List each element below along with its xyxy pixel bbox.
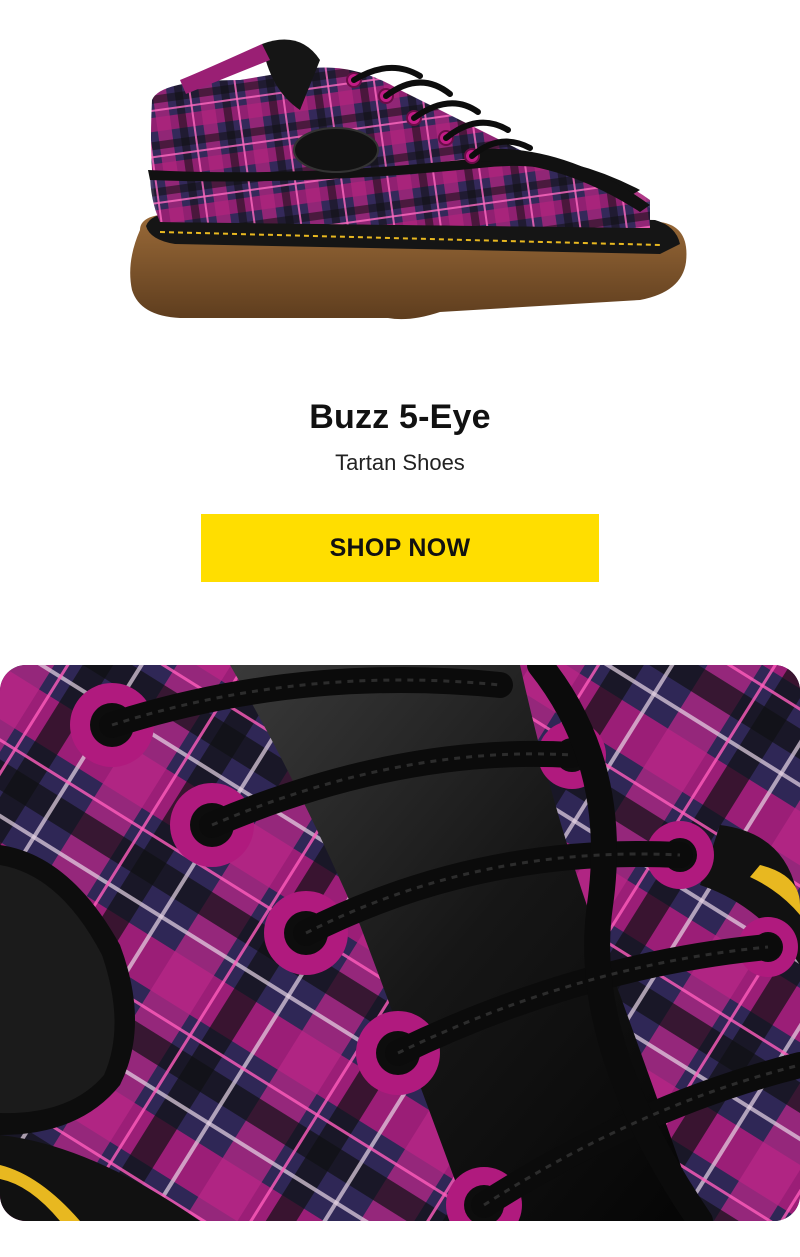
shop-now-button[interactable]: SHOP NOW: [201, 514, 599, 582]
tartan-lacing-closeup-image[interactable]: [0, 665, 800, 1221]
product-title: Buzz 5-Eye: [309, 398, 491, 436]
product-subtitle: Tartan Shoes: [335, 450, 465, 475]
shoe-side-view-image[interactable]: [0, 0, 800, 380]
